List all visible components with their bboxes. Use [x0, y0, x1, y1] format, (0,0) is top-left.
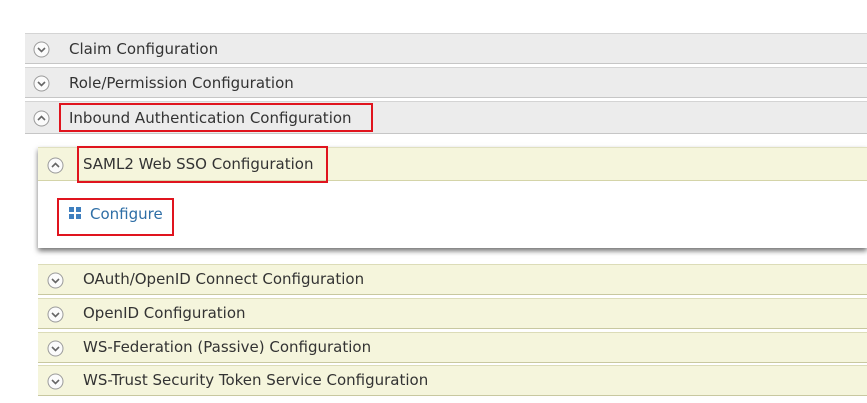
- subsection-label: WS-Federation (Passive) Configuration: [83, 338, 372, 356]
- subsection-label: WS-Trust Security Token Service Configur…: [83, 371, 429, 389]
- chevron-down-circle-icon[interactable]: [47, 340, 64, 357]
- subsection-ws-trust-sts-configuration[interactable]: WS-Trust Security Token Service Configur…: [38, 365, 867, 396]
- subsection-label: OAuth/OpenID Connect Configuration: [83, 270, 365, 288]
- section-label: Role/Permission Configuration: [69, 74, 294, 92]
- chevron-down-circle-icon[interactable]: [47, 373, 64, 390]
- chevron-down-circle-icon[interactable]: [47, 272, 64, 289]
- chevron-down-circle-icon[interactable]: [47, 306, 64, 323]
- highlight-configure-link: [57, 198, 174, 236]
- chevron-up-circle-icon[interactable]: [47, 157, 64, 174]
- subsection-openid-configuration[interactable]: OpenID Configuration: [38, 298, 867, 329]
- highlight-saml2-web-sso: [77, 146, 328, 183]
- chevron-down-circle-icon[interactable]: [33, 41, 50, 58]
- section-claim-configuration[interactable]: Claim Configuration: [25, 33, 867, 64]
- highlight-inbound-authentication: [59, 103, 373, 132]
- subsection-oauth-openid-connect-configuration[interactable]: OAuth/OpenID Connect Configuration: [38, 264, 867, 295]
- section-role-permission-configuration[interactable]: Role/Permission Configuration: [25, 67, 867, 98]
- app-configuration-page: Claim Configuration Role/Permission Conf…: [0, 0, 867, 403]
- subsection-ws-federation-configuration[interactable]: WS-Federation (Passive) Configuration: [38, 332, 867, 363]
- section-label: Claim Configuration: [69, 40, 219, 58]
- chevron-down-circle-icon[interactable]: [33, 75, 50, 92]
- subsection-label: OpenID Configuration: [83, 304, 246, 322]
- chevron-up-circle-icon[interactable]: [33, 110, 50, 127]
